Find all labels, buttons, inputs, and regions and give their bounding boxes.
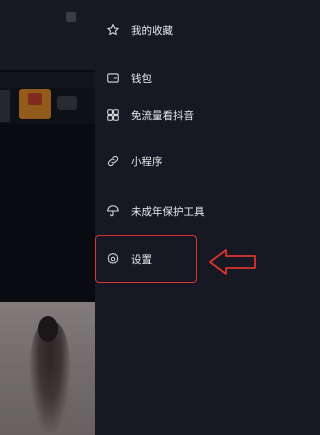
menu-item-label: 小程序	[131, 155, 163, 168]
settings-highlight-box	[95, 235, 197, 283]
menu-item-label: 免流量看抖音	[131, 109, 194, 122]
menu-item-mini-program[interactable]: 小程序	[95, 143, 285, 179]
umbrella-icon	[106, 204, 120, 218]
background-app-content	[0, 0, 95, 435]
menu-item-wallet[interactable]: 钱包	[95, 60, 285, 96]
star-icon	[106, 23, 120, 37]
pointer-arrow-icon	[209, 249, 256, 275]
link-icon	[106, 154, 120, 168]
side-drawer: 我的收藏 钱包 免流量看抖音 小程序 未成年保护工具 设置	[95, 0, 285, 435]
data-saver-icon	[106, 108, 120, 122]
menu-item-favorites[interactable]: 我的收藏	[95, 12, 285, 48]
wallet-icon	[106, 71, 120, 85]
dim-overlay[interactable]	[0, 0, 95, 435]
menu-item-free-data[interactable]: 免流量看抖音	[95, 97, 285, 133]
menu-item-label: 钱包	[131, 72, 152, 85]
menu-item-label: 未成年保护工具	[131, 205, 205, 218]
menu-item-minor-protection[interactable]: 未成年保护工具	[95, 193, 285, 229]
menu-item-label: 我的收藏	[131, 24, 173, 37]
